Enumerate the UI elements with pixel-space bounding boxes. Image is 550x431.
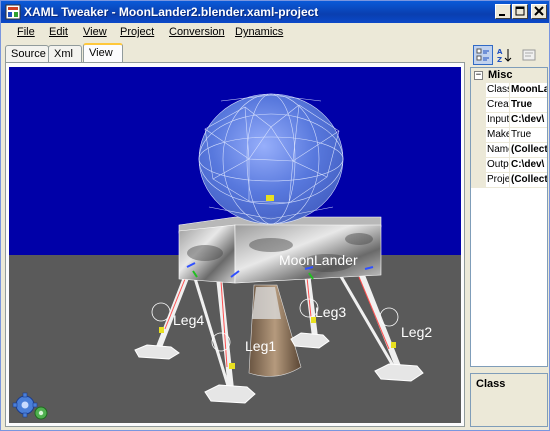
title-bar[interactable]: XAML Tweaker - MoonLander2.blender.xaml-… <box>1 1 549 23</box>
property-row[interactable]: MakeResourcesTrue <box>471 128 547 143</box>
property-value[interactable]: (Collection) <box>511 174 547 185</box>
label-leg4: Leg4 <box>173 312 204 328</box>
svg-text:A: A <box>497 48 503 56</box>
column-separator[interactable] <box>509 158 510 173</box>
categorized-icon <box>476 48 489 61</box>
property-value[interactable]: True <box>511 99 547 110</box>
app-icon <box>5 4 21 20</box>
row-gutter <box>471 173 486 188</box>
property-row[interactable]: Namespaces(Collection) <box>471 143 547 158</box>
tab-xml[interactable]: Xml <box>48 45 82 62</box>
scene-canvas[interactable]: MoonLander Leg1 Leg2 Leg3 Leg4 <box>9 67 461 423</box>
property-name: Class <box>487 84 509 95</box>
column-separator[interactable] <box>509 98 510 113</box>
tab-source-label: Source <box>11 48 46 60</box>
property-name: MakeResources <box>487 129 509 140</box>
property-row[interactable]: InputFileC:\dev\ <box>471 113 547 128</box>
tab-strip: Source Xml View <box>5 43 465 63</box>
tab-xml-label: Xml <box>54 48 73 60</box>
description-panel: Class <box>470 373 548 427</box>
glass-dome <box>198 93 344 225</box>
property-row[interactable]: Projects(Collection) <box>471 173 547 188</box>
category-row-misc[interactable]: − Misc <box>471 68 547 83</box>
row-gutter <box>471 113 486 128</box>
property-name: Namespaces <box>487 144 509 155</box>
column-separator[interactable] <box>509 128 510 143</box>
menu-conversion-label: Conversion <box>169 26 225 38</box>
property-value[interactable]: C:\dev\ <box>511 114 547 125</box>
maximize-button[interactable] <box>512 4 528 19</box>
column-separator[interactable] <box>509 113 510 128</box>
row-gutter <box>471 98 486 113</box>
tab-source[interactable]: Source <box>5 45 49 62</box>
menu-project-label: Project <box>120 26 155 38</box>
propgrid-toolbar: A Z <box>471 45 549 67</box>
app-window: XAML Tweaker - MoonLander2.blender.xaml-… <box>0 0 550 431</box>
label-leg3: Leg3 <box>315 304 346 320</box>
category-label: Misc <box>488 69 513 81</box>
3d-viewport[interactable]: MoonLander Leg1 Leg2 Leg3 Leg4 <box>9 67 461 423</box>
property-name: InputFile <box>487 114 509 125</box>
property-value[interactable]: True <box>511 129 547 140</box>
label-leg2: Leg2 <box>401 324 432 340</box>
menu-view-label: View <box>83 26 107 38</box>
column-separator[interactable] <box>509 173 510 188</box>
property-pages-icon <box>522 49 536 61</box>
menu-dynamics-label: Dynamics <box>235 26 284 38</box>
sort-alphabetical-icon: A Z <box>497 48 512 64</box>
property-name: OutputFile <box>487 159 509 170</box>
menu-edit[interactable]: Edit <box>49 26 68 38</box>
property-row[interactable]: OutputFileC:\dev\ <box>471 158 547 173</box>
menu-project[interactable]: Project <box>120 26 154 38</box>
property-value[interactable]: (Collection) <box>511 144 547 155</box>
row-gutter <box>471 158 486 173</box>
property-value[interactable]: MoonLander <box>511 84 547 95</box>
row-gutter <box>471 83 486 98</box>
menu-conversion[interactable]: Conversion <box>169 26 225 38</box>
tab-view-label: View <box>89 47 113 59</box>
tab-view[interactable]: View <box>83 43 123 63</box>
svg-text:Z: Z <box>497 56 502 64</box>
property-grid: − Misc ClassMoonLanderCreateGeometryTrue… <box>470 67 548 367</box>
label-moonlander: MoonLander <box>279 252 358 268</box>
alphabetical-button[interactable]: A Z <box>494 45 514 65</box>
property-value[interactable]: C:\dev\ <box>511 159 547 170</box>
categorized-button[interactable] <box>473 45 493 65</box>
row-gutter <box>471 128 486 143</box>
menu-edit-label: Edit <box>49 26 68 38</box>
property-name: Projects <box>487 174 509 185</box>
label-leg1: Leg1 <box>245 338 276 354</box>
menu-file-label: File <box>17 26 35 38</box>
property-row[interactable]: CreateGeometryTrue <box>471 98 547 113</box>
menu-file[interactable]: File <box>17 26 35 38</box>
column-separator[interactable] <box>509 143 510 158</box>
menu-bar: File Edit View Project Conversion Dynami… <box>1 23 549 43</box>
close-icon <box>534 6 544 16</box>
description-title: Class <box>476 378 506 390</box>
window-title: XAML Tweaker - MoonLander2.blender.xaml-… <box>24 5 319 19</box>
property-pages-button[interactable] <box>519 45 539 65</box>
minimize-button[interactable] <box>495 4 511 19</box>
close-button[interactable] <box>531 4 547 19</box>
menu-dynamics[interactable]: Dynamics <box>235 26 283 38</box>
minimize-icon <box>499 14 505 16</box>
property-name: CreateGeometry <box>487 99 509 110</box>
property-row[interactable]: ClassMoonLander <box>471 83 547 98</box>
row-gutter <box>471 143 486 158</box>
column-separator[interactable] <box>509 83 510 98</box>
maximize-icon <box>515 6 525 16</box>
menu-view[interactable]: View <box>83 26 107 38</box>
collapse-icon[interactable]: − <box>474 71 483 80</box>
